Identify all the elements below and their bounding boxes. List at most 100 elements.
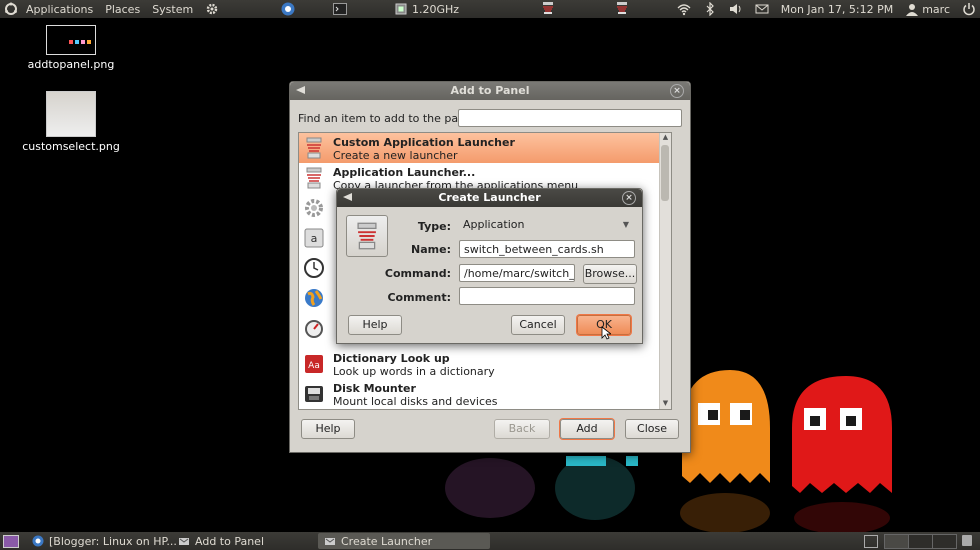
launcher-icon: [306, 137, 322, 159]
wifi-icon[interactable]: [677, 2, 691, 16]
taskbar-item-create-launcher[interactable]: Create Launcher: [318, 533, 490, 549]
cpu-icon: [395, 3, 407, 15]
list-item[interactable]: Aa Dictionary Look up Look up words in a…: [299, 349, 671, 379]
close-icon[interactable]: ×: [622, 191, 636, 205]
image-file-icon: [46, 25, 96, 55]
find-item-input[interactable]: [458, 109, 682, 127]
browser-launcher-icon[interactable]: [275, 2, 301, 16]
cpu-freq-label: 1.20GHz: [412, 2, 460, 16]
character-icon: a: [304, 228, 324, 248]
volume-icon[interactable]: [729, 2, 743, 16]
taskbar-item-blogger[interactable]: [Blogger: Linux on HP...: [26, 533, 183, 549]
desktop-icon-customselect[interactable]: customselect.png: [21, 91, 121, 153]
browser-icon: [32, 535, 44, 547]
close-icon[interactable]: ×: [670, 84, 684, 98]
find-label: Find an item to add to the panel:: [298, 112, 479, 125]
dialog-title: Create Launcher: [438, 191, 541, 204]
clock-datetime[interactable]: Mon Jan 17, 5:12 PM: [781, 3, 893, 16]
type-label: Type:: [417, 220, 451, 233]
menu-applications[interactable]: Applications: [20, 3, 99, 16]
svg-text:a: a: [311, 232, 318, 245]
comment-label: Comment:: [387, 291, 451, 304]
taskbar-item-add-to-panel[interactable]: Add to Panel: [172, 533, 270, 549]
window-icon: [179, 538, 189, 545]
chevron-down-icon: ▼: [622, 220, 629, 229]
item-title: Application Launcher...: [333, 166, 476, 179]
list-scrollbar[interactable]: ▲ ▼: [659, 133, 671, 409]
scroll-down-icon[interactable]: ▼: [660, 399, 671, 409]
name-field[interactable]: switch_between_cards.sh: [459, 240, 635, 258]
task-label: Create Launcher: [341, 534, 433, 548]
settings-gear-icon[interactable]: [199, 2, 225, 16]
item-description: Create a new launcher: [333, 149, 458, 162]
close-button[interactable]: Close: [625, 419, 679, 439]
image-file-icon: [46, 91, 96, 137]
cpu-freq-indicator[interactable]: 1.20GHz: [394, 0, 459, 18]
desktop-icon-addtopanel[interactable]: addtopanel.png: [21, 25, 121, 71]
window-title: Add to Panel: [450, 84, 530, 97]
top-panel: Applications Places System 1.20GHz Mon J…: [0, 0, 980, 18]
gear-icon: [305, 199, 323, 217]
type-select-value: Application: [463, 218, 525, 231]
power-icon[interactable]: [962, 2, 976, 16]
ubuntu-logo-icon[interactable]: [0, 2, 20, 16]
scroll-up-icon[interactable]: ▲: [660, 133, 671, 143]
launcher-icon: [357, 222, 377, 250]
launcher-icon-button[interactable]: [346, 215, 388, 257]
add-button[interactable]: Add: [560, 419, 614, 439]
create-launcher-titlebar[interactable]: Create Launcher ×: [337, 189, 642, 207]
list-item[interactable]: Custom Application Launcher Create a new…: [299, 133, 671, 163]
menu-system[interactable]: System: [146, 3, 199, 16]
panel-launcher-icon-2[interactable]: [615, 1, 629, 15]
task-label: Add to Panel: [195, 534, 265, 548]
user-icon: [905, 2, 919, 16]
item-description: Mount local disks and devices: [333, 395, 498, 408]
item-title: Disk Mounter: [333, 382, 416, 395]
task-label: [Blogger: Linux on HP...: [49, 534, 177, 548]
trash-icon[interactable]: [962, 535, 972, 546]
help-button[interactable]: Help: [348, 315, 402, 335]
add-to-panel-titlebar[interactable]: Add to Panel ×: [290, 82, 690, 100]
desktop-icon-label: customselect.png: [22, 140, 120, 153]
cancel-button[interactable]: Cancel: [511, 315, 565, 335]
window-menu-icon[interactable]: [296, 86, 305, 94]
item-title: Dictionary Look up: [333, 352, 450, 365]
disk-icon: [305, 386, 323, 402]
window-menu-icon[interactable]: [343, 193, 352, 201]
terminal-launcher-icon[interactable]: [327, 2, 353, 16]
window-icon: [325, 538, 335, 545]
globe-icon: [305, 289, 323, 307]
item-title: Custom Application Launcher: [333, 136, 515, 149]
show-desktop-icon[interactable]: [3, 535, 19, 548]
bottom-panel: [Blogger: Linux on HP... Add to Panel Cr…: [0, 532, 980, 550]
back-button[interactable]: Back: [494, 419, 550, 439]
workspace-2[interactable]: [908, 534, 933, 549]
list-item[interactable]: Disk Mounter Mount local disks and devic…: [299, 379, 671, 409]
item-description: Look up words in a dictionary: [333, 365, 495, 378]
desktop-icon-label: addtopanel.png: [27, 58, 115, 71]
command-label: Command:: [384, 267, 451, 280]
comment-field[interactable]: [459, 287, 635, 305]
create-launcher-dialog: Create Launcher × Type: Application ▼ Na…: [336, 188, 643, 344]
user-name[interactable]: marc: [922, 3, 950, 16]
desktop: addtopanel.png customselect.png Add to P…: [0, 18, 980, 532]
svg-text:Aa: Aa: [308, 361, 320, 371]
bluetooth-icon[interactable]: [703, 2, 717, 16]
name-label: Name:: [411, 243, 451, 256]
clock-icon: [304, 258, 324, 278]
mail-icon[interactable]: [755, 2, 769, 16]
browse-button[interactable]: Browse...: [583, 264, 637, 284]
help-button[interactable]: Help: [301, 419, 355, 439]
gauge-icon: [305, 320, 323, 338]
workspace-switcher-icon[interactable]: [864, 535, 878, 548]
mouse-pointer-icon: [601, 326, 611, 340]
launcher-icon: [306, 167, 322, 189]
workspace-3[interactable]: [932, 534, 957, 549]
command-field[interactable]: /home/marc/switch_be: [459, 264, 575, 282]
menu-places[interactable]: Places: [99, 3, 146, 16]
type-select[interactable]: Application ▼: [459, 216, 635, 234]
workspace-1[interactable]: [884, 534, 909, 549]
scrollbar-thumb[interactable]: [661, 145, 669, 201]
panel-launcher-icon[interactable]: [541, 1, 555, 15]
dictionary-icon: Aa: [305, 355, 323, 373]
